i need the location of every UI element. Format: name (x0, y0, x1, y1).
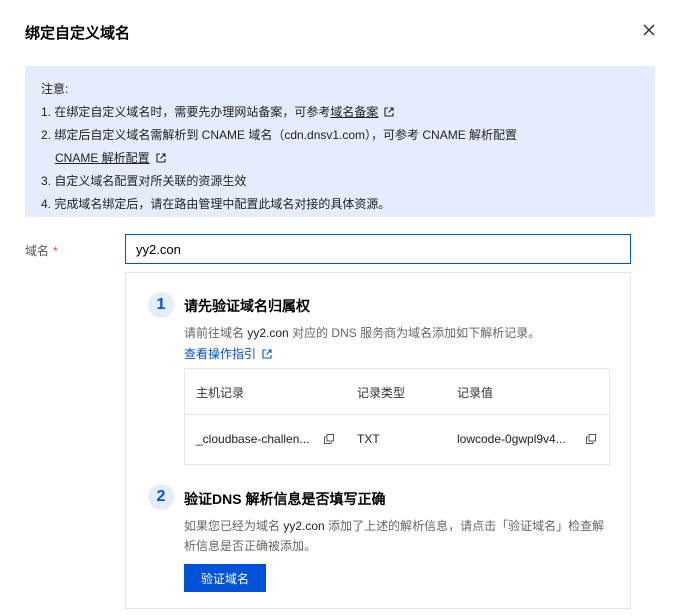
notice-line-2: 2. 绑定后自定义域名需解析到 CNAME 域名（cdn.dnsv1.com），… (41, 128, 518, 142)
header-host: 主机记录 (196, 386, 245, 400)
domain-filing-link[interactable]: 域名备案 (330, 105, 378, 119)
step-2-desc: 如果您已经为域名 yy2.con 添加了上述的解析信息，请点击「验证域名」检查解… (184, 516, 614, 556)
header-value: 记录值 (457, 386, 494, 400)
domain-label-text: 域名 (25, 244, 50, 258)
step-1-desc-suffix: 对应的 DNS 服务商为域名添加如下解析记录。 (292, 326, 541, 340)
domain-input[interactable] (125, 234, 631, 264)
notice-box: 注意: 1. 在绑定自定义域名时，需要先办理网站备案，可参考域名备案 2. 绑定… (25, 66, 655, 217)
dns-record-table: 主机记录 记录类型 记录值 _cloudbase-challen... TXT … (184, 368, 610, 465)
step-2-desc-line-2: 析信息是否正确被添加。 (184, 539, 317, 553)
operation-guide-link[interactable]: 查看操作指引 (184, 345, 272, 362)
cname-config-link[interactable]: CNAME 解析配置 (55, 151, 150, 165)
step-1-desc-prefix: 请前往域名 (184, 326, 245, 340)
notice-line-3: 3. 自定义域名配置对所关联的资源生效 (41, 174, 247, 188)
step-1-desc: 请前往域名 yy2.con 对应的 DNS 服务商为域名添加如下解析记录。 (184, 323, 540, 343)
external-link-icon[interactable] (384, 107, 394, 117)
dialog-title: 绑定自定义域名 (25, 25, 131, 42)
verify-domain-button[interactable]: 验证域名 (184, 564, 266, 592)
notice-line-1: 1. 在绑定自定义域名时，需要先办理网站备案，可参考域名备案 (41, 101, 639, 124)
required-mark: * (53, 244, 58, 258)
step-1-title: 请先验证域名归属权 (184, 298, 310, 314)
close-icon[interactable] (641, 22, 657, 38)
step-1-badge: 1 (148, 292, 174, 318)
notice-line-1-text: 1. 在绑定自定义域名时，需要先办理网站备案，可参考 (41, 105, 331, 119)
external-link-icon (262, 349, 272, 359)
table-header: 主机记录 记录类型 记录值 (185, 369, 609, 415)
copy-icon[interactable] (586, 434, 596, 444)
notice-line-4: 4. 完成域名绑定后，请在路由管理中配置此域名对接的具体资源。 (41, 197, 391, 211)
verification-panel: 1 请先验证域名归属权 请前往域名 yy2.con 对应的 DNS 服务商为域名… (125, 272, 631, 609)
step-2-badge: 2 (148, 484, 174, 510)
close-icon-glyph (643, 24, 655, 36)
record-value: lowcode-0gwpl9v4... (457, 432, 566, 446)
domain-label: 域名 * (25, 242, 58, 259)
step-2-desc-line-1: 如果您已经为域名 yy2.con 添加了上述的解析信息，请点击「验证域名」检查解 (184, 516, 614, 536)
step-1-desc-domain: yy2.con (247, 326, 289, 340)
record-type: TXT (357, 432, 380, 446)
step-2-desc-prefix: 如果您已经为域名 (184, 519, 281, 533)
notice-line-2-link-row: CNAME 解析配置 (41, 147, 639, 170)
notice-heading: 注意: (41, 82, 69, 96)
external-link-icon[interactable] (156, 153, 166, 163)
copy-icon[interactable] (324, 434, 334, 444)
step-2-desc-suffix: 添加了上述的解析信息，请点击「验证域名」检查解 (328, 519, 605, 533)
step-2-title: 验证DNS 解析信息是否填写正确 (184, 491, 386, 507)
host-record: _cloudbase-challen... (196, 432, 310, 446)
step-2-desc-domain: yy2.con (283, 519, 325, 533)
operation-guide-text: 查看操作指引 (184, 347, 257, 361)
header-type: 记录类型 (357, 386, 406, 400)
